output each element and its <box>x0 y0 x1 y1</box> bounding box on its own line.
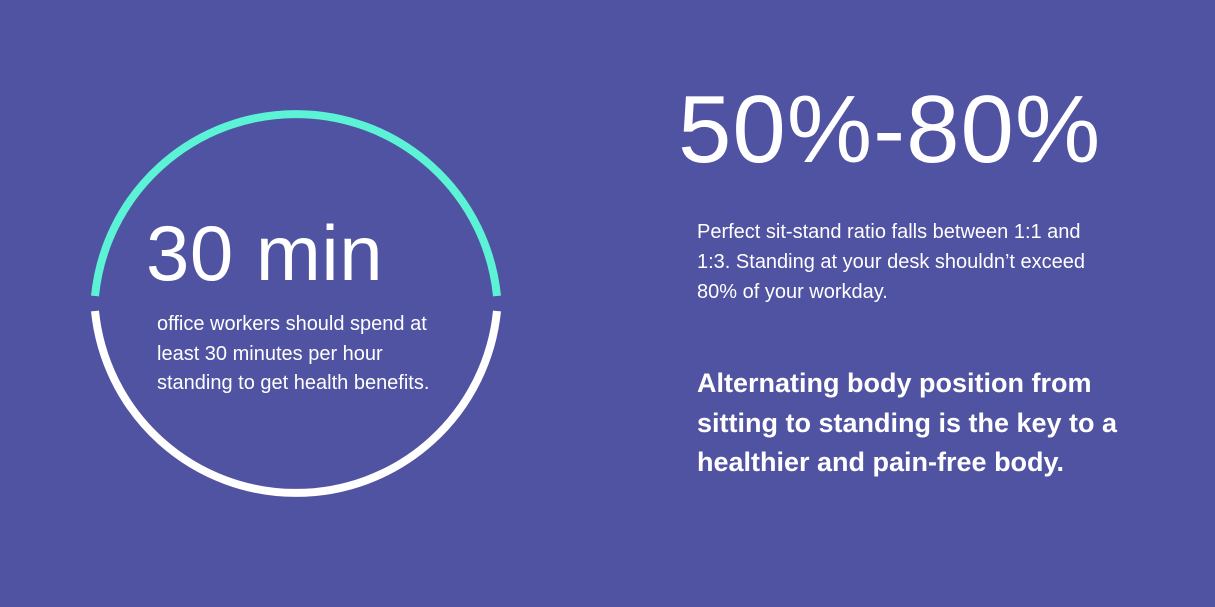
ratio-stat-value: 50%-80% <box>678 76 1102 183</box>
minutes-stat-value: 30 min <box>146 209 384 297</box>
ratio-stat-description: Perfect sit-stand ratio falls between 1:… <box>697 221 1086 303</box>
stat-ring <box>91 110 501 497</box>
key-statement: Alternating body position from sitting t… <box>697 368 1118 477</box>
minutes-stat-description: office workers should spend at least 30 … <box>157 313 430 394</box>
